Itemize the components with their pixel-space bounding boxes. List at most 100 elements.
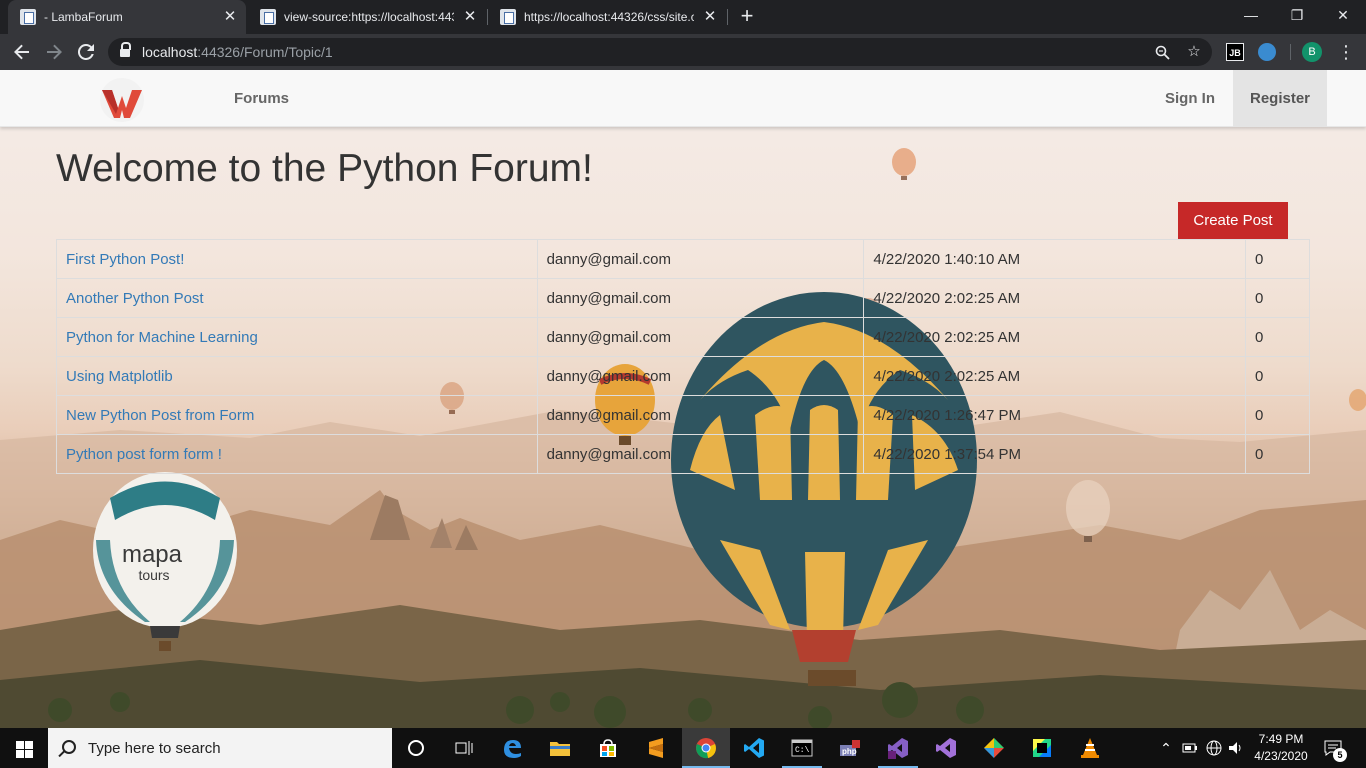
site-navbar: Forums Sign In Register	[0, 70, 1366, 127]
visual-studio-preview-icon	[936, 738, 956, 758]
post-reply-count-cell: 0	[1245, 278, 1310, 318]
create-post-button[interactable]: Create Post	[1178, 202, 1288, 239]
taskbar-sourcetree[interactable]	[970, 728, 1018, 768]
close-tab-icon[interactable]: ✕	[702, 9, 718, 25]
toolbar-separator	[1290, 44, 1291, 60]
new-tab-button[interactable]: +	[736, 5, 758, 28]
network-globe-icon[interactable]	[1204, 738, 1224, 758]
svg-text:php: php	[842, 747, 857, 756]
nav-link-forums[interactable]: Forums	[219, 70, 304, 127]
page-favicon-icon	[260, 9, 276, 25]
post-title-cell: Python post form form !	[56, 434, 538, 474]
post-title-cell: Python for Machine Learning	[56, 317, 538, 357]
taskbar-file-explorer[interactable]	[536, 728, 584, 768]
browser-tab-site-css[interactable]: https://localhost:44326/css/site.c ✕	[488, 0, 726, 34]
taskbar-terminal[interactable]: C:\	[778, 728, 826, 768]
forward-arrow-icon	[47, 44, 62, 60]
post-reply-count-cell: 0	[1245, 239, 1310, 279]
git-diamond-icon	[984, 738, 1004, 758]
svg-text:C:\: C:\	[795, 746, 810, 755]
browser-toolbar: localhost:44326/Forum/Topic/1 ☆ JB B ⋮	[0, 34, 1366, 70]
start-button[interactable]	[0, 728, 48, 768]
close-tab-icon[interactable]: ✕	[222, 9, 238, 25]
maximize-window-button[interactable]: ❐	[1274, 0, 1320, 30]
taskbar-clock[interactable]: 7:49 PM 4/23/2020	[1246, 731, 1316, 765]
store-bag-icon	[600, 739, 616, 757]
zoom-icon[interactable]	[1152, 42, 1172, 62]
post-date-cell: 4/22/2020 1:26:47 PM	[863, 395, 1247, 435]
taskbar-php[interactable]: php	[826, 728, 874, 768]
edge-icon	[504, 740, 521, 758]
taskbar-visual-studio-preview[interactable]	[922, 728, 970, 768]
post-date-cell: 4/22/2020 2:02:25 AM	[863, 317, 1247, 357]
nav-link-sign-in[interactable]: Sign In	[1150, 70, 1230, 127]
post-reply-count-cell: 0	[1245, 395, 1310, 435]
post-title-link[interactable]: New Python Post from Form	[66, 407, 254, 424]
tab-title: view-source:https://localhost:443	[284, 10, 454, 24]
table-row: First Python Post! danny@gmail.com 4/22/20…	[56, 239, 1310, 279]
post-title-link[interactable]: Python for Machine Learning	[66, 329, 258, 346]
visual-studio-icon	[888, 738, 908, 759]
taskbar-jetbrains-toolbox[interactable]	[1018, 728, 1066, 768]
windows-taskbar: Type here to search C:\ php ⌃ 7:49 PM 4/…	[0, 728, 1366, 768]
reload-icon	[77, 43, 94, 60]
task-view-button[interactable]	[440, 728, 488, 768]
battery-icon[interactable]	[1180, 738, 1200, 758]
folder-icon	[550, 742, 570, 756]
page-favicon-icon	[20, 9, 36, 25]
chrome-icon	[696, 738, 716, 759]
windows-logo-icon	[16, 741, 24, 749]
taskbar-chrome[interactable]	[682, 728, 730, 768]
taskbar-edge[interactable]	[488, 728, 536, 768]
post-title-link[interactable]: First Python Post!	[66, 251, 184, 268]
close-tab-icon[interactable]: ✕	[462, 9, 478, 25]
post-title-link[interactable]: Another Python Post	[66, 290, 204, 307]
table-row: New Python Post from Form danny@gmail.com…	[56, 395, 1310, 435]
search-placeholder: Type here to search	[88, 740, 221, 757]
url-port: :44326	[197, 44, 241, 60]
browser-tab-view-source[interactable]: view-source:https://localhost:443 ✕	[248, 0, 486, 34]
post-title-cell: Another Python Post	[56, 278, 538, 318]
post-title-cell: New Python Post from Form	[56, 395, 538, 435]
post-title-link[interactable]: Using Matplotlib	[66, 368, 173, 385]
nav-link-register[interactable]: Register	[1233, 70, 1327, 127]
balloon-sub-text: tours	[138, 567, 169, 583]
tab-separator	[727, 9, 728, 25]
cortana-button[interactable]	[392, 728, 440, 768]
vlc-cone-icon	[1081, 738, 1099, 758]
browser-tab-lambaforum[interactable]: - LambaForum ✕	[8, 0, 246, 34]
post-author-cell: danny@gmail.com	[536, 239, 865, 279]
post-author-cell: danny@gmail.com	[536, 434, 865, 474]
clock-date: 4/23/2020	[1254, 749, 1308, 763]
post-author-cell: danny@gmail.com	[536, 395, 865, 435]
show-hidden-icons-chevron-icon[interactable]: ⌃	[1156, 738, 1176, 758]
bookmark-star-icon[interactable]: ☆	[1184, 42, 1204, 62]
globe-extension-icon[interactable]	[1258, 43, 1276, 61]
taskbar-search-box[interactable]: Type here to search	[48, 728, 392, 768]
balloon-brand-text: mapa	[122, 541, 183, 568]
table-row: Using Matplotlib danny@gmail.com 4/22/2020…	[56, 356, 1310, 396]
taskbar-store[interactable]	[584, 728, 632, 768]
post-date-cell: 4/22/2020 2:02:25 AM	[863, 278, 1247, 318]
browser-menu-icon[interactable]: ⋮	[1336, 40, 1356, 64]
clock-time: 7:49 PM	[1258, 732, 1304, 746]
vscode-icon	[744, 738, 764, 758]
post-title-cell: Using Matplotlib	[56, 356, 538, 396]
minimize-window-button[interactable]: —	[1228, 0, 1274, 30]
close-window-button[interactable]: ✕	[1320, 0, 1366, 30]
taskbar-vlc[interactable]	[1066, 728, 1114, 768]
post-title-link[interactable]: Python post form form !	[66, 446, 222, 463]
lambaforum-logo[interactable]	[98, 76, 146, 124]
back-button[interactable]	[8, 38, 36, 66]
volume-icon[interactable]	[1226, 738, 1246, 758]
jetbrains-extension-icon[interactable]: JB	[1226, 43, 1244, 61]
address-bar[interactable]: localhost:44326/Forum/Topic/1 ☆	[108, 38, 1212, 66]
reload-button[interactable]	[72, 38, 100, 66]
taskbar-sublime-text[interactable]	[632, 728, 680, 768]
profile-avatar[interactable]: B	[1302, 42, 1322, 62]
search-icon	[62, 740, 76, 754]
taskbar-vscode[interactable]	[730, 728, 778, 768]
forward-button[interactable]	[40, 38, 68, 66]
lock-icon	[120, 42, 131, 58]
taskbar-visual-studio[interactable]	[874, 728, 922, 768]
